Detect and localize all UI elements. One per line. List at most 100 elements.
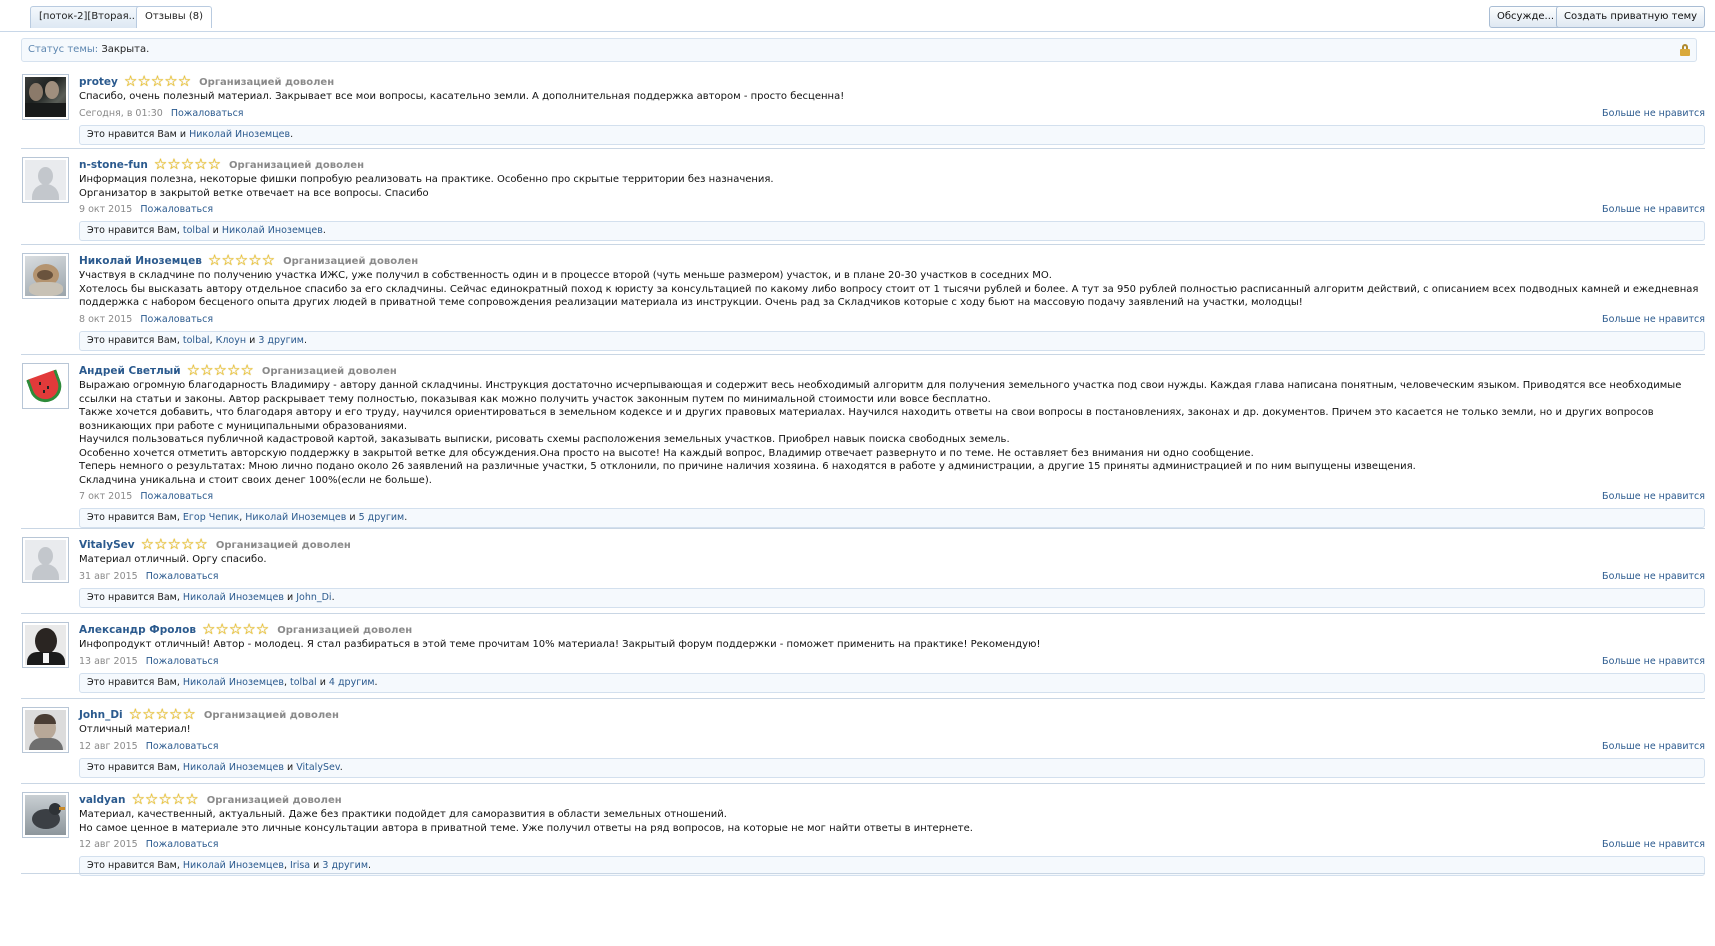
likes-outro: .	[331, 591, 335, 603]
likes-intro: Это нравится Вам,	[87, 676, 180, 688]
likes-user-link[interactable]: Irisa	[290, 860, 310, 871]
likes-user-link[interactable]: Егор Чепик	[183, 512, 239, 523]
likes-user-link[interactable]: Николай Иноземцев	[183, 762, 284, 773]
likes-user-link[interactable]: 4 другим	[329, 677, 375, 688]
tab-thread[interactable]: [поток-2][Вторая...	[30, 6, 148, 28]
likes-intro: Это нравится Вам,	[87, 225, 180, 236]
unlike-link[interactable]: Больше не нравится	[1602, 490, 1705, 504]
avatar[interactable]	[22, 363, 69, 409]
rating-label: Организацией доволен	[206, 795, 342, 806]
rating-stars-icon: ☆☆☆☆☆	[131, 790, 199, 808]
review-text-line: Хотелось бы высказать автору отдельное с…	[79, 283, 1699, 309]
avatar[interactable]	[22, 792, 69, 838]
report-link[interactable]: Пожаловаться	[146, 571, 219, 582]
rating-stars-icon: ☆☆☆☆☆	[123, 72, 192, 90]
unlike-link[interactable]: Больше не нравится	[1602, 655, 1705, 669]
username-link[interactable]: John_Di	[79, 709, 123, 721]
likes-user-link[interactable]: 3 другим	[258, 335, 304, 346]
tab-reviews[interactable]: Отзывы (8)	[136, 6, 213, 28]
username-link[interactable]: VitalySev	[79, 539, 135, 551]
review-text-line: Информация полезна, некоторые фишки попр…	[79, 174, 774, 185]
review-item: n-stone-fun ☆☆☆☆☆ Организацией доволен Инфо…	[0, 149, 1715, 245]
likes-user-link[interactable]: Николай Иноземцев	[222, 225, 323, 236]
likes-user-link[interactable]: Николай Иноземцев	[245, 512, 346, 523]
likes-user-link[interactable]: 5 другим	[359, 512, 405, 523]
unlike-link[interactable]: Больше не нравится	[1602, 838, 1705, 852]
photo-men-avatar	[25, 77, 66, 117]
review-content: Александр Фролов ☆☆☆☆☆ Организацией доволе…	[79, 622, 1705, 693]
unlike-link[interactable]: Больше не нравится	[1602, 107, 1705, 121]
review-item: VitalySev ☆☆☆☆☆ Организацией доволен Матери…	[0, 529, 1715, 614]
review-date: 7 окт 2015	[79, 491, 133, 502]
photo-child-avatar	[25, 710, 66, 750]
review-meta: 8 окт 2015 Пожаловаться Больше не нравится	[79, 313, 1705, 327]
username-link[interactable]: protey	[79, 76, 118, 88]
avatar[interactable]	[22, 537, 69, 583]
likes-user-link[interactable]: tolbal	[183, 335, 210, 346]
report-link[interactable]: Пожаловаться	[140, 314, 213, 325]
default-avatar	[25, 540, 66, 580]
review-text-line: Инфопродукт отличный! Автор - молодец. Я…	[79, 639, 1041, 650]
rating-label: Организацией доволен	[277, 625, 413, 636]
likes-outro: .	[339, 761, 343, 773]
review-text-line: Также хочется добавить, что благодаря ав…	[79, 407, 1654, 432]
report-link[interactable]: Пожаловаться	[140, 491, 213, 502]
review-header: Александр Фролов ☆☆☆☆☆ Организацией доволе…	[79, 622, 1705, 638]
review-text-line: Спасибо, очень полезный материал. Закрыв…	[79, 91, 845, 102]
username-link[interactable]: Андрей Светлый	[79, 365, 181, 377]
likes-outro: .	[290, 128, 294, 140]
likes-bar: Это нравится Вам, Николай Иноземцев и Jo…	[79, 587, 1705, 608]
likes-user-link[interactable]: VitalySev	[296, 762, 340, 773]
unlike-link[interactable]: Больше не нравится	[1602, 570, 1705, 584]
review-header: John_Di ☆☆☆☆☆ Организацией доволен	[79, 707, 1705, 723]
review-header: Николай Иноземцев ☆☆☆☆☆ Организацией довол…	[79, 253, 1705, 269]
avatar[interactable]	[22, 707, 69, 753]
review-item: Андрей Светлый ☆☆☆☆☆ Организацией доволен В…	[0, 355, 1715, 529]
likes-bar: Это нравится Вам, tolbal и Николай Инозе…	[79, 221, 1705, 241]
report-link[interactable]: Пожаловаться	[146, 839, 219, 850]
review-content: John_Di ☆☆☆☆☆ Организацией доволен Отличный…	[79, 707, 1705, 778]
username-link[interactable]: valdyan	[79, 794, 125, 806]
report-link[interactable]: Пожаловаться	[146, 741, 219, 752]
avatar[interactable]	[22, 253, 69, 299]
username-link[interactable]: Николай Иноземцев	[79, 255, 202, 267]
likes-user-link[interactable]: Николай Иноземцев	[183, 677, 284, 688]
likes-user-link[interactable]: Николай Иноземцев	[183, 860, 284, 871]
photo-man-avatar	[25, 625, 66, 665]
review-meta: Сегодня, в 01:30 Пожаловаться Больше не нр…	[79, 107, 1705, 121]
likes-user-link[interactable]: John_Di	[296, 592, 331, 603]
reviews-list: protey ☆☆☆☆☆ Организацией доволен Спасибо, …	[0, 66, 1715, 876]
avatar[interactable]	[22, 74, 69, 120]
review-item: Александр Фролов ☆☆☆☆☆ Организацией доволе…	[0, 614, 1715, 699]
review-meta: 9 окт 2015 Пожаловаться Больше не нравится	[79, 203, 1705, 217]
unlike-link[interactable]: Больше не нравится	[1602, 203, 1705, 217]
review-text: Отличный материал!	[79, 723, 1705, 737]
discuss-button[interactable]: Обсужде...	[1489, 6, 1563, 28]
unlike-link[interactable]: Больше не нравится	[1602, 313, 1705, 327]
unlike-link[interactable]: Больше не нравится	[1602, 740, 1705, 754]
likes-user-link[interactable]: Клоун	[216, 335, 246, 346]
likes-user-link[interactable]: 3 другим	[322, 860, 368, 871]
create-private-topic-button[interactable]: Создать приватную тему	[1556, 6, 1706, 28]
username-link[interactable]: Александр Фролов	[79, 624, 196, 636]
report-link[interactable]: Пожаловаться	[171, 108, 244, 119]
likes-user-link[interactable]: Николай Иноземцев	[189, 129, 290, 140]
likes-intro: Это нравится Вам,	[87, 860, 180, 871]
review-meta: 12 авг 2015 Пожаловаться Больше не нравитс…	[79, 740, 1705, 754]
top-bar: [поток-2][Вторая... Отзывы (8) Обсужде..…	[0, 0, 1715, 32]
review-text-line: Теперь немного о результатах: Мною лично…	[79, 461, 1416, 472]
likes-intro: Это нравится Вам,	[87, 334, 180, 346]
review-meta: 7 окт 2015 Пожаловаться Больше не нравится	[79, 490, 1705, 504]
report-link[interactable]: Пожаловаться	[140, 204, 213, 215]
avatar[interactable]	[22, 622, 69, 668]
likes-user-link[interactable]: tolbal	[290, 677, 317, 688]
review-content: protey ☆☆☆☆☆ Организацией доволен Спасибо, …	[79, 74, 1705, 145]
likes-outro: .	[303, 334, 307, 346]
likes-user-link[interactable]: tolbal	[183, 225, 210, 236]
avatar[interactable]	[22, 157, 69, 203]
username-link[interactable]: n-stone-fun	[79, 159, 148, 171]
rating-label: Организацией доволен	[199, 77, 335, 88]
report-link[interactable]: Пожаловаться	[146, 656, 219, 667]
likes-user-link[interactable]: Николай Иноземцев	[183, 592, 284, 603]
review-text: Инфопродукт отличный! Автор - молодец. Я…	[79, 638, 1705, 652]
